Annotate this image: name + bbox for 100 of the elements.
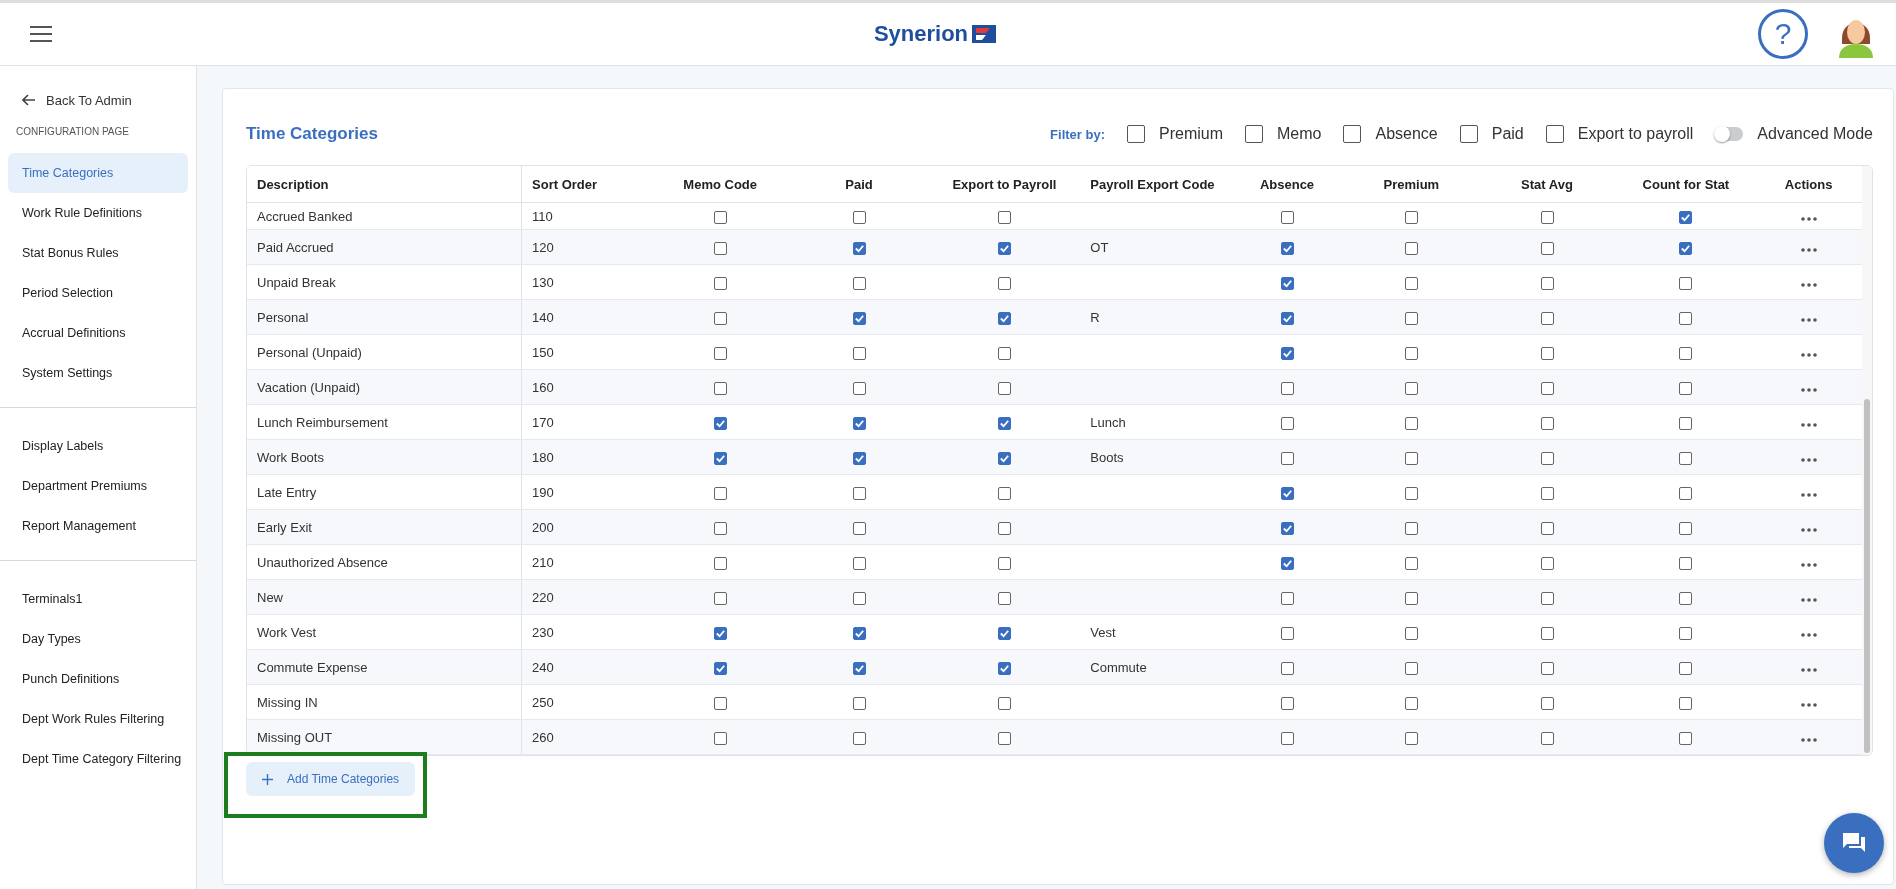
checkbox[interactable] — [1679, 731, 1693, 745]
checkbox[interactable] — [1540, 521, 1554, 535]
checkbox[interactable] — [852, 241, 866, 255]
checkbox[interactable] — [1280, 381, 1294, 395]
checkbox[interactable] — [1280, 416, 1294, 430]
checkbox[interactable] — [713, 661, 727, 675]
checkbox[interactable] — [713, 451, 727, 465]
checkbox[interactable] — [1280, 556, 1294, 570]
checkbox[interactable] — [1679, 591, 1693, 605]
checkbox[interactable] — [997, 241, 1011, 255]
advanced-mode-toggle[interactable]: Advanced Mode — [1715, 125, 1873, 143]
more-icon[interactable] — [1800, 247, 1817, 252]
checkbox[interactable] — [1280, 521, 1294, 535]
checkbox[interactable] — [1679, 210, 1693, 224]
sidebar-item[interactable]: Dept Time Category Filtering — [8, 739, 188, 779]
checkbox[interactable] — [852, 276, 866, 290]
checkbox[interactable] — [997, 696, 1011, 710]
checkbox[interactable] — [997, 311, 1011, 325]
checkbox[interactable] — [1280, 591, 1294, 605]
checkbox[interactable] — [997, 276, 1011, 290]
checkbox[interactable] — [997, 346, 1011, 360]
sidebar-item[interactable]: Terminals1 — [8, 579, 188, 619]
filter-checkbox[interactable]: Absence — [1343, 125, 1438, 143]
checkbox[interactable] — [1404, 556, 1418, 570]
checkbox[interactable] — [713, 556, 727, 570]
sidebar-item[interactable]: Report Management — [8, 506, 188, 546]
checkbox[interactable] — [1280, 661, 1294, 675]
checkbox[interactable] — [1540, 241, 1554, 255]
checkbox[interactable] — [1540, 276, 1554, 290]
checkbox[interactable] — [852, 591, 866, 605]
checkbox[interactable] — [713, 696, 727, 710]
checkbox[interactable] — [852, 416, 866, 430]
checkbox[interactable] — [1540, 626, 1554, 640]
checkbox[interactable] — [1540, 416, 1554, 430]
filter-checkbox[interactable]: Paid — [1459, 125, 1524, 143]
sidebar-item[interactable]: Display Labels — [8, 426, 188, 466]
checkbox[interactable] — [852, 626, 866, 640]
checkbox[interactable] — [713, 381, 727, 395]
checkbox[interactable] — [1679, 521, 1693, 535]
sidebar-item[interactable]: Stat Bonus Rules — [8, 233, 188, 273]
sidebar-item[interactable]: Day Types — [8, 619, 188, 659]
checkbox[interactable] — [1540, 731, 1554, 745]
checkbox[interactable] — [1404, 486, 1418, 500]
checkbox[interactable] — [1404, 626, 1418, 640]
checkbox[interactable] — [852, 731, 866, 745]
more-icon[interactable] — [1800, 387, 1817, 392]
checkbox[interactable] — [713, 276, 727, 290]
checkbox[interactable] — [1404, 381, 1418, 395]
checkbox[interactable] — [1679, 661, 1693, 675]
sidebar-item[interactable]: System Settings — [8, 353, 188, 393]
checkbox[interactable] — [1280, 696, 1294, 710]
checkbox[interactable] — [1679, 486, 1693, 500]
more-icon[interactable] — [1800, 457, 1817, 462]
more-icon[interactable] — [1800, 216, 1817, 221]
checkbox[interactable] — [713, 486, 727, 500]
checkbox[interactable] — [1280, 311, 1294, 325]
checkbox[interactable] — [713, 591, 727, 605]
help-button[interactable]: ? — [1758, 9, 1808, 59]
checkbox[interactable] — [713, 731, 727, 745]
sidebar-item[interactable]: Period Selection — [8, 273, 188, 313]
checkbox[interactable] — [852, 521, 866, 535]
checkbox[interactable] — [1404, 661, 1418, 675]
checkbox[interactable] — [852, 311, 866, 325]
checkbox[interactable] — [1679, 556, 1693, 570]
sidebar-item[interactable]: Accrual Definitions — [8, 313, 188, 353]
checkbox[interactable] — [997, 626, 1011, 640]
filter-checkbox[interactable]: Memo — [1245, 125, 1322, 143]
checkbox[interactable] — [713, 241, 727, 255]
checkbox[interactable] — [1679, 241, 1693, 255]
sidebar-item[interactable]: Time Categories — [8, 153, 188, 193]
more-icon[interactable] — [1800, 702, 1817, 707]
checkbox[interactable] — [1540, 556, 1554, 570]
checkbox[interactable] — [997, 521, 1011, 535]
checkbox[interactable] — [1540, 451, 1554, 465]
checkbox[interactable] — [1280, 346, 1294, 360]
filter-checkbox[interactable]: Premium — [1127, 125, 1223, 143]
checkbox[interactable] — [1280, 276, 1294, 290]
checkbox[interactable] — [997, 661, 1011, 675]
checkbox[interactable] — [852, 486, 866, 500]
more-icon[interactable] — [1800, 527, 1817, 532]
checkbox[interactable] — [997, 210, 1011, 224]
checkbox[interactable] — [1679, 626, 1693, 640]
checkbox[interactable] — [713, 346, 727, 360]
checkbox[interactable] — [1404, 416, 1418, 430]
checkbox[interactable] — [1679, 346, 1693, 360]
more-icon[interactable] — [1800, 562, 1817, 567]
add-button[interactable]: Add Time Categories — [246, 762, 416, 796]
checkbox[interactable] — [997, 381, 1011, 395]
checkbox[interactable] — [1404, 241, 1418, 255]
checkbox[interactable] — [997, 731, 1011, 745]
sidebar-item[interactable]: Dept Work Rules Filtering — [8, 699, 188, 739]
checkbox[interactable] — [852, 556, 866, 570]
sidebar-item[interactable]: Work Rule Definitions — [8, 193, 188, 233]
more-icon[interactable] — [1800, 667, 1817, 672]
checkbox[interactable] — [852, 661, 866, 675]
checkbox[interactable] — [1679, 451, 1693, 465]
more-icon[interactable] — [1800, 492, 1817, 497]
checkbox[interactable] — [713, 311, 727, 325]
checkbox[interactable] — [1280, 626, 1294, 640]
checkbox[interactable] — [1679, 276, 1693, 290]
